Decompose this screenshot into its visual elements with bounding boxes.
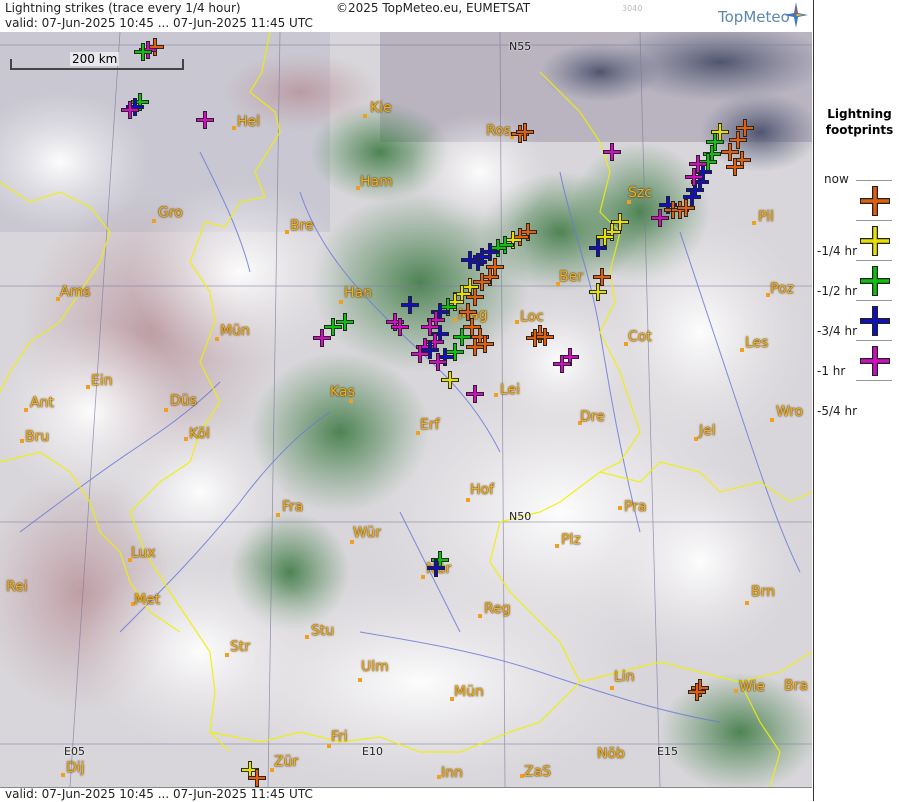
legend-cross-icon — [860, 346, 890, 376]
compass-star-icon — [784, 2, 808, 28]
lightning-strike-mark — [593, 268, 611, 286]
header-copyright: ©2025 TopMeteo.eu, EUMETSAT — [336, 1, 531, 15]
legend-divider — [856, 300, 892, 301]
lightning-strike-mark — [691, 679, 709, 697]
legend-label: -3/4 hr — [817, 324, 857, 338]
legend-divider — [856, 220, 892, 221]
legend-label: now — [824, 172, 849, 186]
lightning-strike-mark — [466, 385, 484, 403]
legend-label: -1/4 hr — [817, 244, 857, 258]
legend-divider — [856, 340, 892, 341]
topmeteo-logo[interactable]: TopMeteo — [718, 8, 790, 26]
legend-cross-icon — [860, 226, 890, 256]
footer-valid: valid: 07-Jun-2025 10:45 ... 07-Jun-2025… — [5, 787, 313, 801]
header-title: Lightning strikes (trace every 1/4 hour) — [5, 1, 241, 15]
header-bar: Lightning strikes (trace every 1/4 hour)… — [0, 0, 812, 33]
legend-divider — [856, 180, 892, 181]
lightning-strike-mark — [401, 296, 419, 314]
lightning-strike-mark — [688, 683, 706, 701]
lightning-map[interactable]: 200 km N55 N50 E05 E10 E15 Hel Kie Ros H… — [0, 32, 812, 787]
lightning-strike-mark — [196, 111, 214, 129]
header-valid: valid: 07-Jun-2025 10:45 ... 07-Jun-2025… — [5, 16, 313, 30]
legend-panel: Lightning footprints now -1/4 hr -1/2 hr -3… — [813, 0, 904, 801]
lightning-strike-mark — [313, 329, 331, 347]
lightning-strike-mark — [441, 371, 459, 389]
footer-bar: valid: 07-Jun-2025 10:45 ... 07-Jun-2025… — [0, 787, 812, 802]
legend-title: Lightning footprints — [825, 107, 894, 137]
legend-cross-icon — [860, 306, 890, 336]
legend-label: -1/2 hr — [817, 284, 857, 298]
legend-label: -5/4 hr — [817, 404, 857, 418]
lightning-strike-mark — [589, 283, 607, 301]
legend-cross-icon — [860, 266, 890, 296]
lightning-strike-mark — [603, 143, 621, 161]
lightning-strikes-layer — [121, 38, 754, 787]
legend-cross-icon — [860, 186, 890, 216]
legend-divider — [856, 260, 892, 261]
header-code: 3040 — [622, 4, 643, 13]
legend-divider — [856, 380, 892, 381]
legend-label: -1 hr — [817, 364, 846, 378]
